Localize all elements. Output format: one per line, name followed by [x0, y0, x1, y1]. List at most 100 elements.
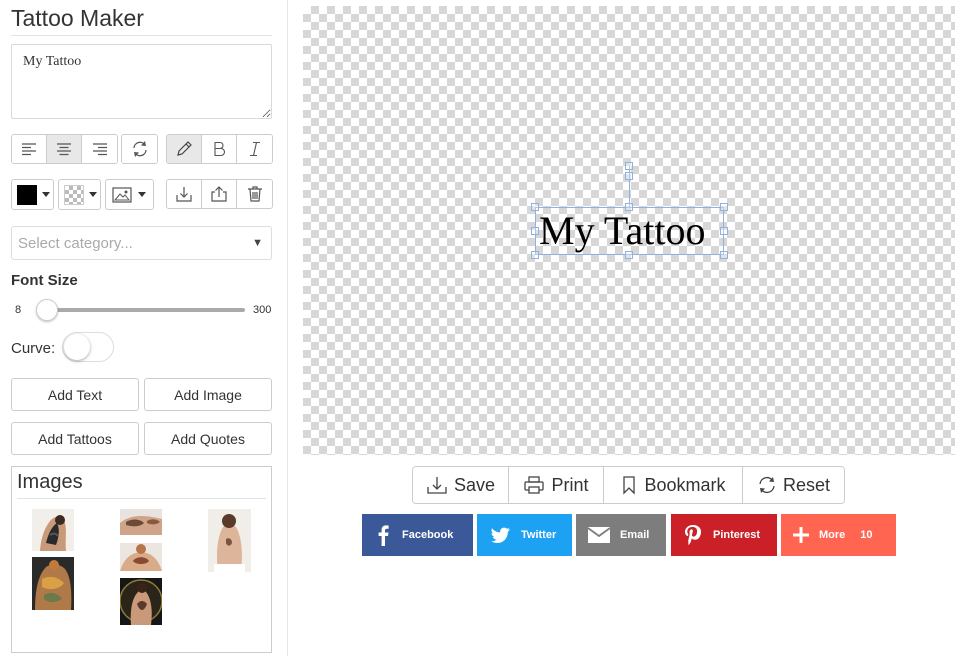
- twitter-share-button[interactable]: Twitter: [477, 514, 572, 556]
- bookmark-button[interactable]: Bookmark: [604, 467, 743, 503]
- italic-button[interactable]: [237, 135, 272, 163]
- print-button[interactable]: Print: [509, 467, 604, 503]
- rotate-button[interactable]: [122, 135, 157, 163]
- curve-toggle-knob: [64, 334, 90, 360]
- bold-icon: [214, 141, 226, 157]
- font-size-label: Font Size: [11, 272, 78, 289]
- more-share-button[interactable]: More 10: [781, 514, 896, 556]
- curve-toggle[interactable]: [62, 332, 114, 362]
- tattoo-image-thumbnail[interactable]: [120, 509, 162, 535]
- pinterest-label: Pinterest: [713, 529, 761, 541]
- resize-handle-top-right[interactable]: [720, 203, 728, 211]
- facebook-label: Facebook: [402, 529, 454, 541]
- chevron-down-icon: [138, 192, 146, 197]
- chevron-down-icon: [89, 192, 97, 197]
- add-quotes-button[interactable]: Add Quotes: [144, 422, 272, 455]
- resize-handle-bottom-left[interactable]: [531, 251, 539, 259]
- tattoo-image-thumbnail[interactable]: [208, 509, 251, 572]
- email-label: Email: [620, 529, 650, 541]
- reset-label: Reset: [782, 474, 831, 495]
- align-center-icon: [57, 143, 71, 156]
- printer-icon: [524, 476, 545, 494]
- resize-handle-right[interactable]: [720, 227, 728, 235]
- align-center-button[interactable]: [47, 135, 82, 163]
- image-icon: [112, 186, 132, 203]
- reset-button[interactable]: Reset: [743, 467, 844, 503]
- category-select[interactable]: Select category... ▼: [11, 226, 272, 260]
- plus-icon: [793, 527, 809, 543]
- rotate-group: [121, 134, 158, 164]
- pencil-icon: [177, 141, 192, 156]
- align-left-icon: [22, 143, 36, 156]
- canvas-tattoo-text[interactable]: My Tattoo: [539, 211, 705, 251]
- print-label: Print: [551, 474, 589, 495]
- images-title: Images: [17, 471, 83, 493]
- font-size-slider[interactable]: [35, 299, 245, 321]
- title-divider: [11, 35, 272, 36]
- download-button[interactable]: [167, 180, 202, 208]
- pencil-button[interactable]: [167, 135, 202, 163]
- tattoo-image-thumbnail[interactable]: [32, 557, 74, 610]
- add-image-button[interactable]: Add Image: [144, 378, 272, 411]
- align-right-button[interactable]: [82, 135, 117, 163]
- email-icon: [588, 527, 610, 543]
- background-color-dropdown[interactable]: [58, 179, 101, 210]
- app-title: Tattoo Maker: [11, 5, 144, 31]
- curve-label: Curve:: [11, 340, 56, 357]
- twitter-label: Twitter: [521, 529, 557, 541]
- download-icon: [176, 187, 192, 202]
- reset-icon: [759, 476, 775, 494]
- italic-icon: [249, 141, 260, 157]
- upload-icon: [211, 186, 227, 202]
- images-divider: [17, 498, 266, 499]
- chevron-down-icon: [42, 192, 50, 197]
- text-color-swatch: [17, 184, 37, 205]
- category-placeholder: Select category...: [18, 234, 133, 252]
- save-button[interactable]: Save: [413, 467, 509, 503]
- more-count: 10: [860, 529, 873, 541]
- email-share-button[interactable]: Email: [576, 514, 666, 556]
- file-button-group: [166, 179, 273, 209]
- tattoo-text-input[interactable]: [11, 44, 272, 119]
- resize-handle-top-left[interactable]: [531, 203, 539, 211]
- style-button-group: [166, 134, 273, 164]
- pinterest-icon: [685, 525, 701, 546]
- more-label: More: [819, 529, 846, 541]
- twitter-icon: [491, 527, 510, 543]
- tattoo-image-thumbnail[interactable]: [120, 578, 162, 625]
- tattoo-image-thumbnail[interactable]: [120, 543, 162, 571]
- sidebar: Tattoo Maker My Tattoo Select category..…: [0, 0, 288, 656]
- resize-handle-bottom-right[interactable]: [720, 251, 728, 259]
- delete-button[interactable]: [237, 180, 272, 208]
- share-export-button[interactable]: [202, 180, 237, 208]
- bookmark-icon: [623, 476, 636, 495]
- align-button-group: [11, 134, 118, 164]
- download-icon: [427, 477, 447, 494]
- add-text-button[interactable]: Add Text: [11, 378, 139, 411]
- tattoo-image-thumbnail[interactable]: [32, 509, 74, 551]
- pinterest-share-button[interactable]: Pinterest: [671, 514, 777, 556]
- align-left-button[interactable]: [12, 135, 47, 163]
- resize-handle-left[interactable]: [531, 227, 539, 235]
- text-color-dropdown[interactable]: [11, 179, 54, 210]
- bookmark-label: Bookmark: [644, 474, 726, 495]
- add-tattoos-button[interactable]: Add Tattoos: [11, 422, 139, 455]
- transparent-swatch-icon: [64, 184, 84, 205]
- bold-button[interactable]: [202, 135, 237, 163]
- rotate-handle-inner[interactable]: [625, 172, 633, 180]
- align-right-icon: [92, 143, 107, 156]
- dropdown-arrow-icon: ▼: [252, 237, 263, 249]
- trash-icon: [247, 186, 262, 202]
- font-size-min: 8: [15, 304, 22, 316]
- save-label: Save: [453, 474, 496, 495]
- images-panel: Images: [11, 466, 272, 653]
- font-size-slider-thumb[interactable]: [35, 299, 58, 321]
- action-bar: Save Print Bookmark Reset: [412, 466, 845, 504]
- facebook-icon: [378, 525, 389, 546]
- font-size-max: 300: [253, 304, 272, 316]
- design-canvas[interactable]: My Tattoo: [303, 6, 955, 455]
- rotate-handle[interactable]: [625, 162, 633, 170]
- image-dropdown[interactable]: [105, 179, 154, 210]
- facebook-share-button[interactable]: Facebook: [362, 514, 473, 556]
- rotate-icon: [132, 141, 147, 157]
